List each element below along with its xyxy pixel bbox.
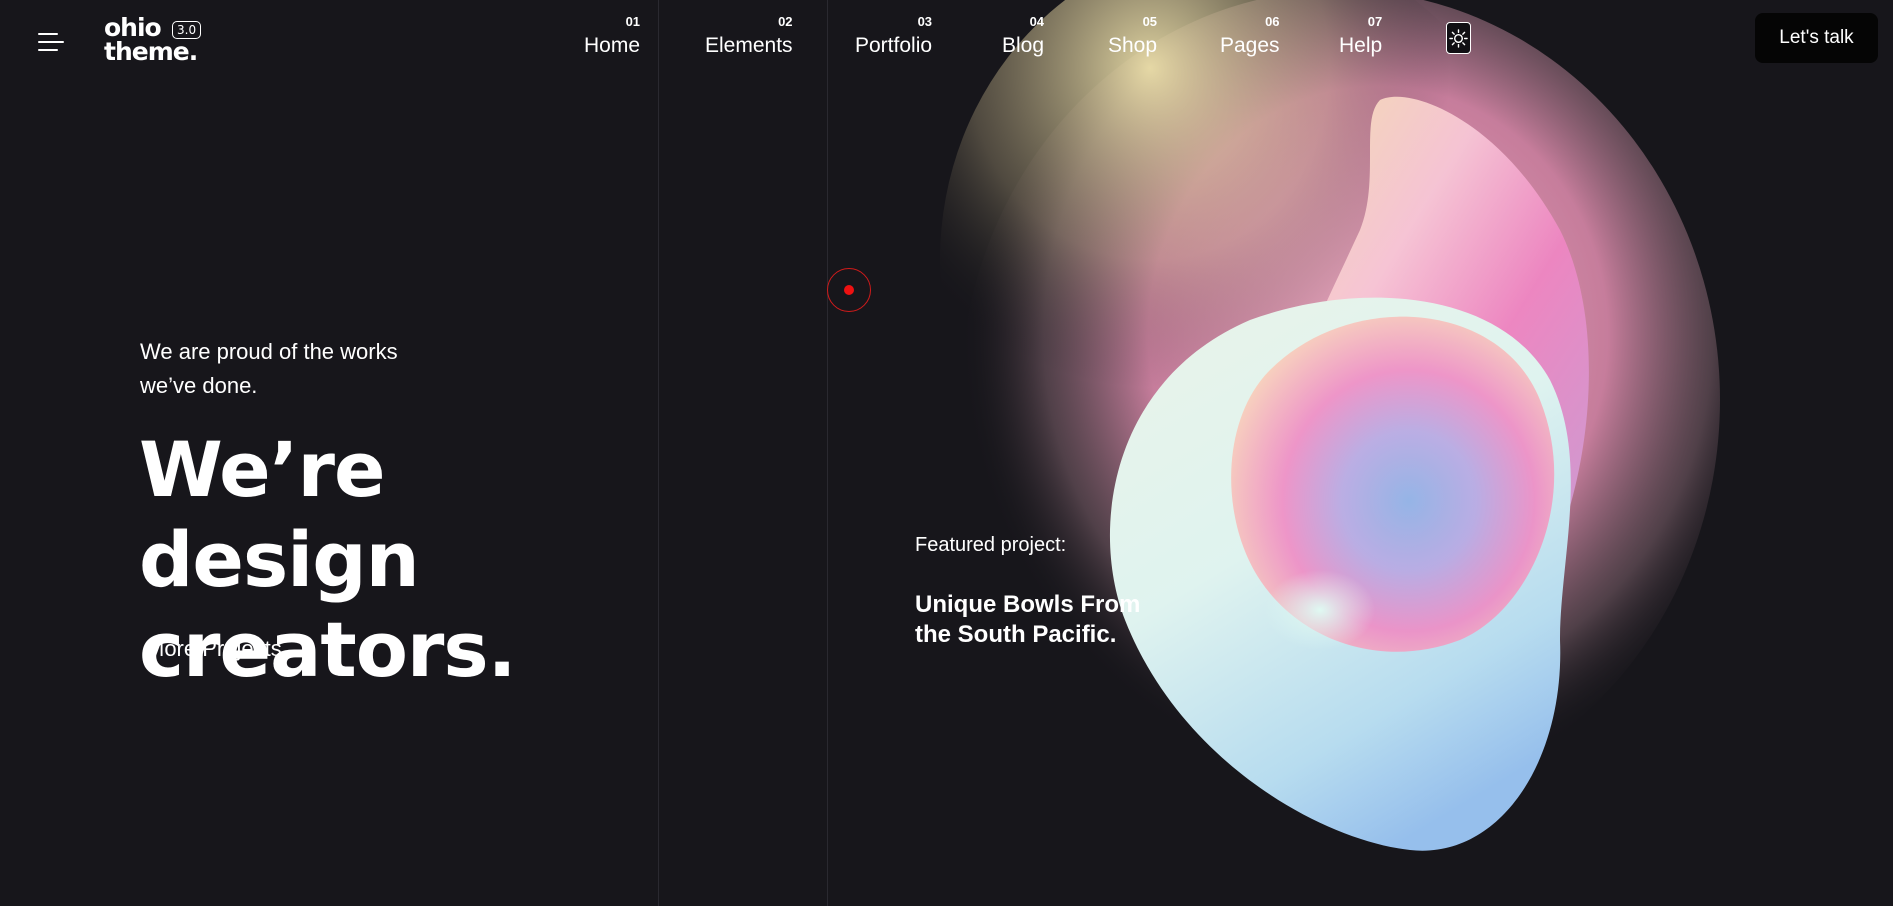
hero-title-line-1: We’re design <box>139 425 420 604</box>
logo-line-2: theme. <box>104 37 198 66</box>
nav-number: 06 <box>1265 14 1280 29</box>
cursor-dot <box>844 285 854 295</box>
nav-number: 02 <box>778 14 793 29</box>
featured-label: Featured project: <box>915 534 1067 556</box>
hero-subtitle: We are proud of the works we’ve done. <box>140 335 460 403</box>
nav-item-elements[interactable]: 02 Elements <box>705 14 793 58</box>
nav-label: Portfolio <box>855 34 933 57</box>
nav-item-portfolio[interactable]: 03 Portfolio <box>855 14 932 58</box>
nav-number: 03 <box>917 14 933 29</box>
lets-talk-button[interactable]: Let's talk <box>1755 13 1878 63</box>
logo-version-badge: 3.0 <box>172 21 202 39</box>
nav-item-help[interactable]: 07 Help <box>1339 14 1382 58</box>
nav-label: Help <box>1339 34 1383 57</box>
sun-icon <box>1449 28 1468 48</box>
nav-number: 05 <box>1142 14 1158 29</box>
guide-line <box>827 0 828 906</box>
logo[interactable]: ohio theme. 3.0 <box>104 15 214 72</box>
featured-title-line-1: Unique Bowls From <box>915 591 1141 618</box>
hero-subtitle-line-2: we’ve done. <box>140 373 258 398</box>
more-projects-link[interactable]: More Projects <box>146 636 282 662</box>
theme-toggle-button[interactable] <box>1446 22 1471 54</box>
nav-number: 07 <box>1367 14 1383 29</box>
hero-subtitle-line-1: We are proud of the works <box>140 339 398 364</box>
nav-label: Shop <box>1108 34 1158 57</box>
hero-artwork <box>940 0 1740 880</box>
nav-item-blog[interactable]: 04 Blog <box>1002 14 1044 58</box>
nav-item-shop[interactable]: 05 Shop <box>1108 14 1157 58</box>
nav-label: Home <box>584 34 641 57</box>
featured-project-title[interactable]: Unique Bowls From the South Pacific. <box>915 590 1155 650</box>
nav-number: 01 <box>625 14 641 29</box>
featured-title-line-2: the South Pacific. <box>915 621 1117 648</box>
nav-label: Elements <box>705 34 793 57</box>
page: ohio theme. 3.0 01 Home 02 Elements 03 P… <box>0 0 1893 906</box>
nav-label: Pages <box>1220 34 1280 57</box>
nav-label: Blog <box>1002 34 1045 57</box>
nav-number: 04 <box>1029 14 1045 29</box>
nav-item-pages[interactable]: 06 Pages <box>1220 14 1280 58</box>
abstract-blob-image <box>940 0 1720 851</box>
hamburger-icon[interactable] <box>38 30 64 56</box>
nav-item-home[interactable]: 01 Home <box>584 14 640 58</box>
